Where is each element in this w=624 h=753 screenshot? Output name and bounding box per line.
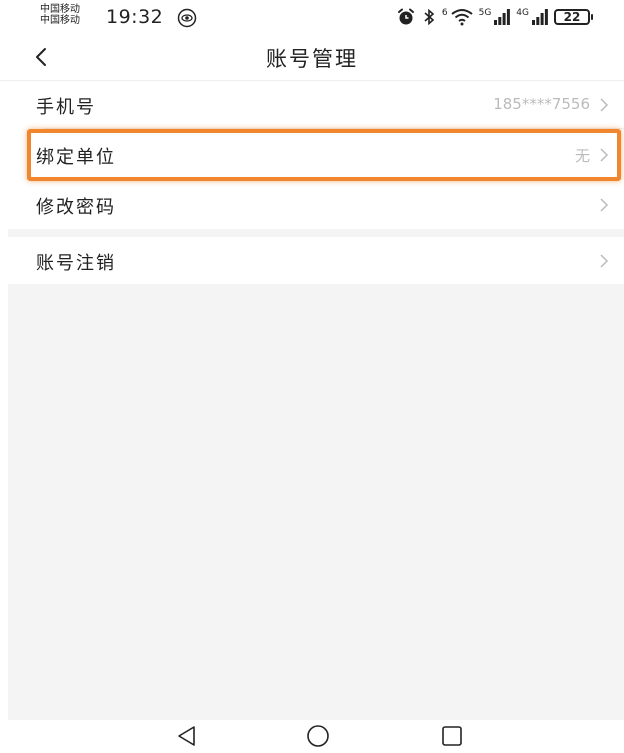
carrier-label-1: 中国移动 [40,4,80,15]
triangle-back-icon[interactable] [175,724,199,748]
signal-5g-label: 5G [478,8,492,18]
signal-4g-label: 4G [516,8,529,18]
page-title: 账号管理 [266,47,358,71]
row-label: 修改密码 [36,197,116,218]
row-label: 手机号 [36,97,96,118]
eye-comfort-icon [177,8,197,28]
cancel-account-row[interactable]: 账号注销 [8,237,624,285]
signal-4g-icon [532,9,548,25]
signal-5g-icon [494,9,511,25]
row-label: 绑定单位 [36,147,116,168]
row-divider [44,128,624,129]
alarm-icon [397,8,414,25]
wifi-icon [450,9,473,26]
carrier-label-2: 中国移动 [40,15,80,26]
circle-home-icon[interactable] [305,724,331,748]
change-password-row[interactable]: 修改密码 [8,181,624,229]
bind-unit-row[interactable]: 绑定单位 无 [8,131,624,179]
empty-content-area [8,284,624,720]
chevron-right-icon [600,254,609,268]
account-management-screen: 中国移动 中国移动 19:32 6 5G 4G 22 账号管理 手机号 185*… [0,0,624,753]
navigation-bar: 账号管理 [0,36,624,80]
chevron-right-icon [600,98,609,112]
chevron-right-icon [600,198,609,212]
bind-unit-value: 无 [574,147,590,165]
square-recents-icon[interactable] [440,724,464,748]
bluetooth-icon [424,8,435,26]
status-time: 19:32 [106,6,164,28]
wifi-badge: 6 [441,8,448,18]
status-bar: 中国移动 中国移动 19:32 6 5G 4G 22 [0,0,624,36]
phone-number-row[interactable]: 手机号 185****7556 [8,81,624,129]
carrier-info: 中国移动 中国移动 [40,4,80,26]
chevron-right-icon [600,148,609,162]
phone-number-value: 185****7556 [493,95,590,113]
row-label: 账号注销 [36,253,116,274]
status-icons: 6 5G 4G 22 [396,6,593,28]
system-navigation-bar [0,720,624,753]
battery-icon: 22 [554,9,593,25]
section-gap [8,229,624,237]
